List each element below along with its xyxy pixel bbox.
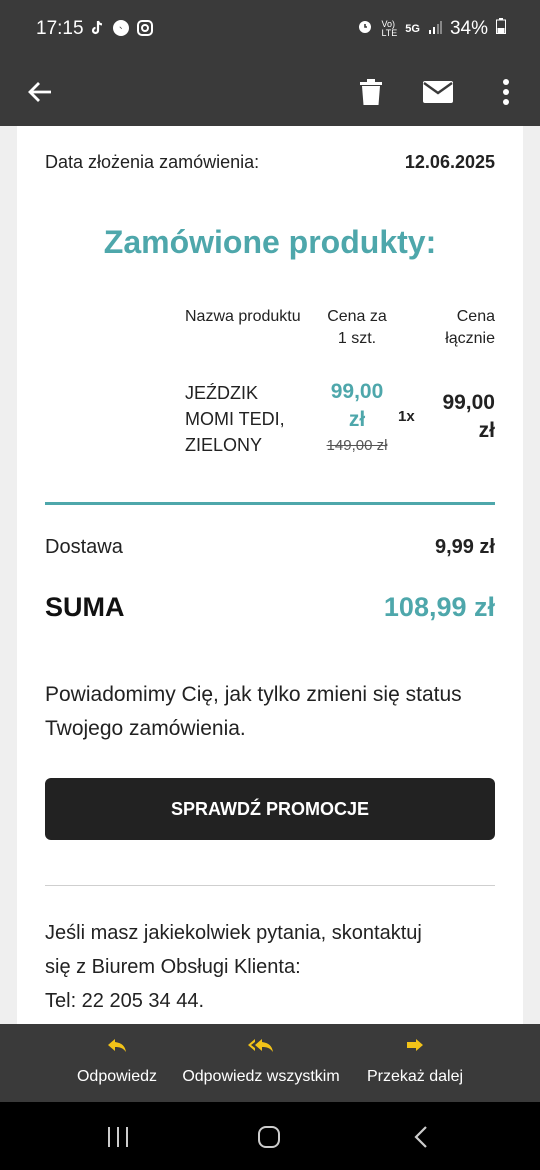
system-nav-bar bbox=[0, 1102, 540, 1170]
notification-icons bbox=[88, 19, 154, 37]
divider bbox=[45, 502, 495, 505]
email-card: Data złożenia zamówienia: 12.06.2025 Zam… bbox=[17, 126, 523, 1024]
instagram-icon bbox=[136, 19, 154, 37]
delivery-row: Dostawa 9,99 zł bbox=[45, 536, 495, 559]
product-unit-price: 99,00 zł bbox=[330, 380, 384, 431]
alarm-icon bbox=[357, 18, 373, 40]
reply-all-icon bbox=[172, 1036, 350, 1062]
order-date-value: 12.06.2025 bbox=[404, 152, 495, 172]
status-notice: Powiadomimy Cię, jak tylko zmieni się st… bbox=[45, 683, 462, 740]
check-promotions-button[interactable]: SPRAWDŹ PROMOCJE bbox=[45, 778, 495, 840]
home-icon[interactable] bbox=[254, 1122, 284, 1152]
sum-row: SUMA 108,99 zł bbox=[45, 592, 495, 623]
header-unit-price: Cena za 1 szt. bbox=[327, 308, 387, 347]
forward-button[interactable]: Przekaż dalej bbox=[360, 1036, 470, 1086]
email-content[interactable]: Data złożenia zamówienia: 12.06.2025 Zam… bbox=[0, 126, 540, 1024]
reply-button[interactable]: Odpowiedz bbox=[72, 1036, 162, 1086]
network-type: 5G bbox=[405, 23, 420, 35]
signal-icon bbox=[428, 18, 442, 40]
delivery-label: Dostawa bbox=[45, 536, 123, 558]
reply-all-button[interactable]: Odpowiedz wszystkim bbox=[172, 1036, 350, 1086]
header-total-price: Cena łącznie bbox=[445, 308, 495, 347]
product-old-price: 149,00 zł bbox=[326, 437, 388, 454]
app-bar bbox=[0, 60, 540, 126]
order-date-row: Data złożenia zamówienia: 12.06.2025 bbox=[45, 152, 495, 173]
trash-icon[interactable] bbox=[349, 70, 393, 114]
contact-info: Jeśli masz jakiekolwiek pytania, skontak… bbox=[45, 916, 505, 1018]
action-bar: Odpowiedz Odpowiedz wszystkim Przekaż da… bbox=[0, 1024, 540, 1102]
status-right: Vo) LTE 5G 34% bbox=[357, 18, 506, 40]
status-bar: 17:15 Vo) LTE 5G 34% bbox=[0, 0, 540, 60]
back-arrow-icon[interactable] bbox=[18, 70, 62, 114]
battery-icon bbox=[496, 18, 506, 40]
battery-level: 34% bbox=[449, 18, 488, 39]
sum-label: SUMA bbox=[45, 592, 125, 622]
product-name[interactable]: JEŹDZIK MOMI TEDI, ZIELONY bbox=[185, 380, 305, 458]
recent-apps-icon[interactable] bbox=[103, 1122, 133, 1152]
forward-icon bbox=[360, 1036, 470, 1062]
phone-link[interactable]: Tel: 22 205 34 44. bbox=[45, 984, 505, 1018]
envelope-icon[interactable] bbox=[416, 70, 460, 114]
header-product-name: Nazwa produktu bbox=[185, 308, 301, 325]
delivery-value: 9,99 zł bbox=[434, 536, 495, 558]
divider bbox=[45, 885, 495, 886]
order-date-label: Data złożenia zamówienia: bbox=[45, 152, 260, 172]
sum-value: 108,99 zł bbox=[383, 592, 495, 622]
reply-icon bbox=[72, 1036, 162, 1062]
tiktok-icon bbox=[88, 19, 106, 37]
volte-icon: Vo) LTE bbox=[381, 19, 398, 38]
product-total-price: 99,00 zł bbox=[442, 391, 495, 442]
more-icon[interactable] bbox=[484, 70, 528, 114]
back-icon[interactable] bbox=[406, 1122, 436, 1152]
product-quantity: 1x bbox=[398, 408, 415, 425]
products-heading: Zamówione produkty: bbox=[103, 224, 437, 260]
messenger-icon bbox=[112, 19, 130, 37]
clock: 17:15 bbox=[36, 18, 84, 39]
